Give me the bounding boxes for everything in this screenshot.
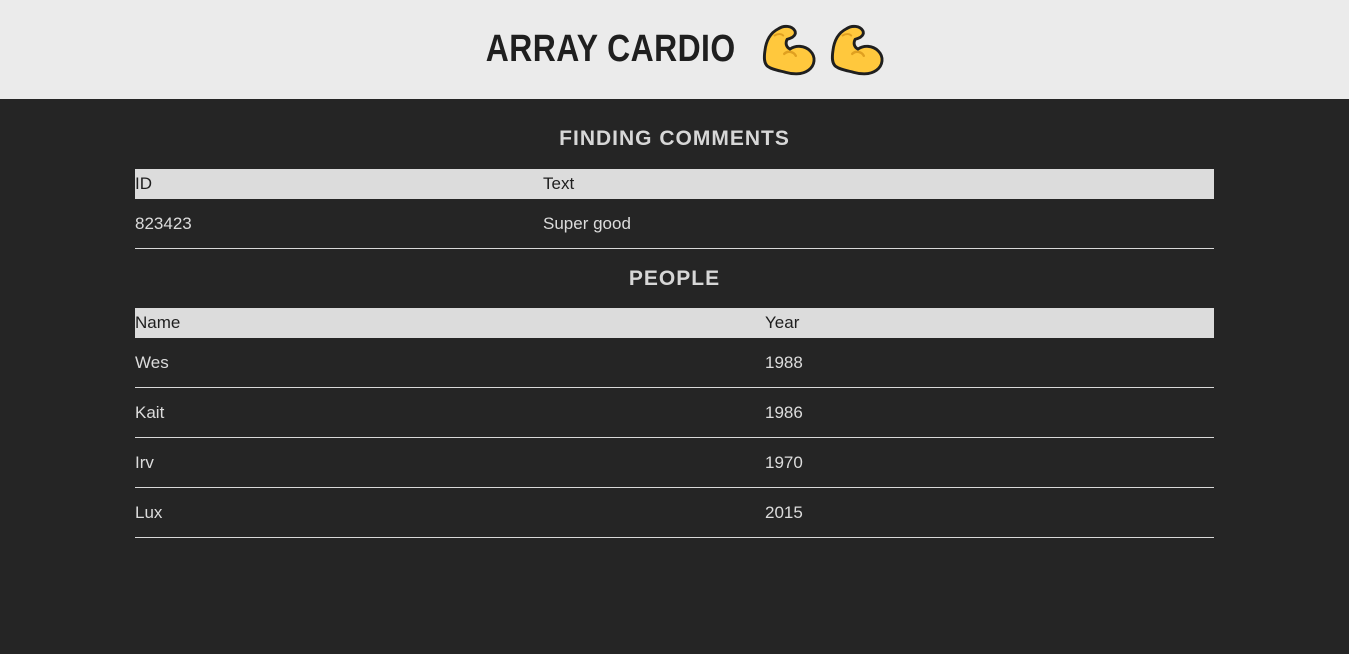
person-name-cell: Kait [135, 387, 765, 438]
person-year-cell: 2015 [765, 487, 1214, 538]
flexed-biceps-icon [829, 22, 887, 78]
person-name-cell: Irv [135, 437, 765, 488]
people-heading: PEOPLE [628, 267, 721, 290]
people-table-header-row: Name Year [135, 308, 1214, 338]
column-header-id: ID [135, 174, 152, 193]
table-row: Kait 1986 [135, 387, 1214, 438]
comment-id-cell: 823423 [135, 199, 543, 249]
person-year-cell: 1970 [765, 437, 1214, 488]
table-row: 823423 Super good [135, 199, 1214, 249]
content-area: FINDING COMMENTS ID Text 823423 Super go… [135, 99, 1214, 538]
column-header-name: Name [135, 313, 181, 332]
comments-heading: FINDING COMMENTS [559, 127, 790, 150]
person-name-cell: Lux [135, 487, 765, 538]
flexed-biceps-icon [761, 22, 819, 78]
person-year-cell: 1988 [765, 338, 1214, 388]
comments-table-header-row: ID Text [135, 169, 1214, 199]
person-name-cell: Wes [135, 338, 765, 388]
people-table: Name Year Wes 1988 Kait 1986 Irv 1970 Lu… [135, 308, 1214, 538]
column-header-text: Text [543, 174, 575, 193]
column-header-year: Year [765, 313, 800, 332]
table-row: Irv 1970 [135, 437, 1214, 488]
title-group: ARRAY CARDIO [462, 22, 887, 78]
page-title: ARRAY CARDIO [485, 28, 736, 70]
comments-table: ID Text 823423 Super good [135, 169, 1214, 249]
page-header: ARRAY CARDIO [0, 0, 1349, 99]
person-year-cell: 1986 [765, 387, 1214, 438]
table-row: Wes 1988 [135, 338, 1214, 388]
table-row: Lux 2015 [135, 487, 1214, 538]
comment-text-cell: Super good [543, 199, 1214, 249]
